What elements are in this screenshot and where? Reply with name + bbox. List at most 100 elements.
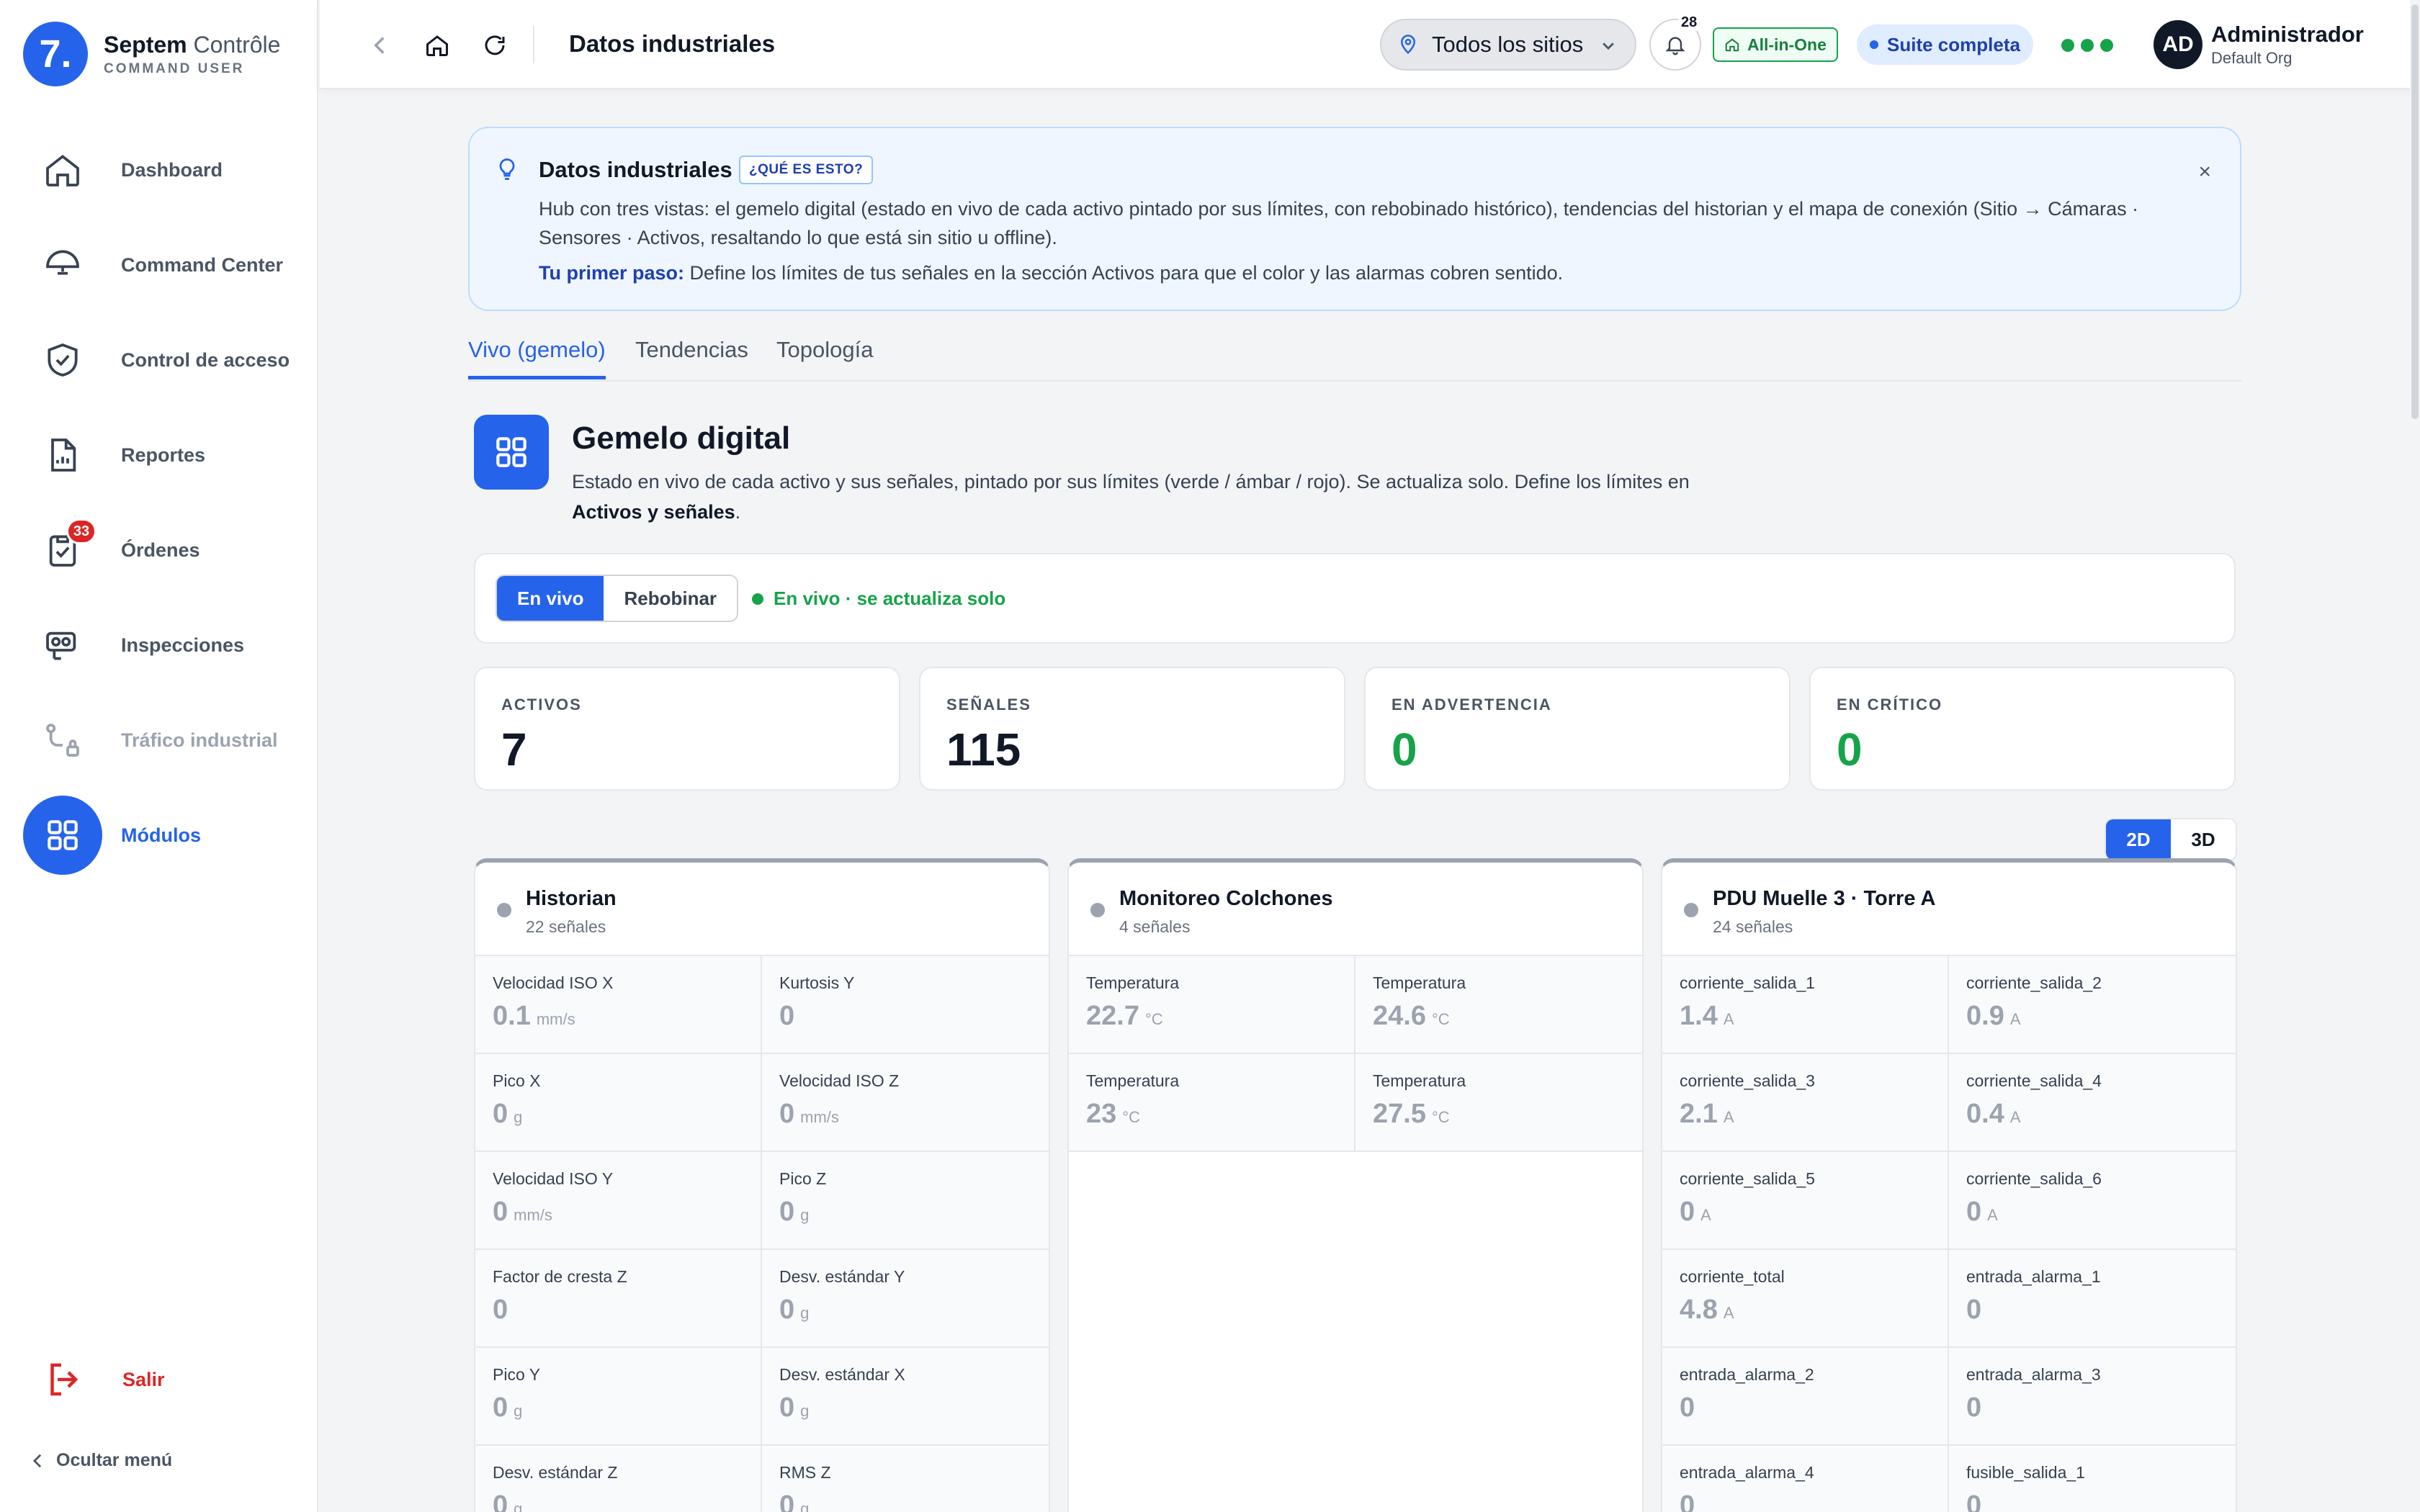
chevron-down-icon — [1603, 42, 1614, 50]
signal-value: 0 — [493, 1392, 508, 1423]
site-select[interactable]: Todos los sitios — [1380, 19, 1636, 71]
sidebar-item-reports[interactable]: Reportes — [0, 408, 318, 503]
signal-tile[interactable]: Desv. estándar X 0g — [762, 1348, 1049, 1446]
signal-tile[interactable]: Desv. estándar Z 0g — [475, 1446, 762, 1512]
suite-badge[interactable]: Suite completa — [1857, 24, 2033, 65]
sidebar-item-inspections[interactable]: Inspecciones — [0, 598, 318, 693]
info-banner: Datos industriales ¿QUÉ ES ESTO? × Hub c… — [468, 127, 2241, 311]
logout-label: Salir — [122, 1368, 165, 1390]
signal-tile[interactable]: Pico X 0g — [475, 1054, 762, 1152]
refresh-icon — [485, 35, 505, 55]
signal-value-row: 0g — [493, 1490, 522, 1512]
signal-unit: g — [800, 1402, 810, 1420]
stat-card-warning: EN ADVERTENCIA 0 — [1364, 667, 1791, 791]
signal-tile[interactable]: entrada_alarma_4 0 — [1662, 1446, 1949, 1512]
signal-value-row: 0g — [779, 1392, 809, 1423]
map-pin-icon — [1400, 35, 1416, 54]
signal-tile[interactable]: Velocidad ISO Z 0 mm/s — [762, 1054, 1049, 1152]
sidebar-item-dashboard[interactable]: Dashboard — [0, 122, 318, 217]
logout-button[interactable]: Salir — [43, 1358, 165, 1401]
banner-title: Datos industriales — [539, 157, 732, 182]
asset-card[interactable]: PDU Muelle 3 · Torre A 24 señales corrie… — [1661, 858, 2237, 1512]
signal-unit: A — [2009, 1010, 2021, 1028]
signal-value: 0 — [1966, 1392, 1982, 1423]
stat-label: EN CRÍTICO — [1837, 696, 1943, 714]
signal-value-row: 0A — [1966, 1197, 1998, 1228]
signal-tile[interactable]: corriente_salida_5 0 A — [1662, 1152, 1949, 1250]
signal-unit: A — [1723, 1304, 1734, 1322]
signal-name: Factor de cresta Z — [493, 1267, 627, 1286]
sidebar-item-modules[interactable]: Módulos — [0, 788, 318, 883]
signal-tile[interactable]: Temperatura 23 °C — [1069, 1054, 1355, 1152]
signal-tile[interactable]: corriente_total 4.8 A — [1662, 1250, 1949, 1348]
page-title: Datos industriales — [569, 30, 776, 57]
refresh-button[interactable] — [477, 27, 513, 63]
signal-tile[interactable]: RMS Z 0g — [762, 1446, 1049, 1512]
view-tabs: Vivo (gemelo) Tendencias Topología — [468, 331, 2241, 382]
signal-tile[interactable]: Temperatura 22.7 °C — [1069, 956, 1355, 1054]
signal-tile[interactable]: Kurtosis Y 0 — [762, 956, 1049, 1054]
rewind-button[interactable]: Rebobinar — [604, 576, 737, 621]
close-icon[interactable]: × — [2198, 160, 2211, 184]
sidebar-item-label: Control de acceso — [121, 348, 290, 371]
tab-live-twin[interactable]: Vivo (gemelo) — [468, 337, 606, 379]
sidebar-item-command-center[interactable]: Command Center — [0, 217, 318, 312]
signal-tile[interactable]: Pico Y 0g — [475, 1348, 762, 1446]
scrollbar-thumb[interactable] — [2411, 4, 2419, 419]
sidebar-item-label: Módulos — [121, 824, 201, 846]
signal-name: Temperatura — [1086, 1071, 1180, 1090]
signal-tile[interactable]: corriente_salida_4 0.4 A — [1949, 1054, 2236, 1152]
asset-card[interactable]: Historian 22 señales Velocidad ISO X 0.1 m… — [474, 858, 1050, 1512]
back-button[interactable] — [362, 27, 398, 63]
asset-name: PDU Muelle 3 · Torre A — [1713, 887, 1936, 910]
view-2d-button[interactable]: 2D — [2106, 819, 2171, 860]
signal-value: 0 — [779, 1295, 795, 1325]
signal-tile[interactable]: Velocidad ISO X 0.1 mm/s — [475, 956, 762, 1054]
signal-tile[interactable]: fusible_salida_1 0 — [1949, 1446, 2236, 1512]
signal-tile[interactable]: corriente_salida_3 2.1 A — [1662, 1054, 1949, 1152]
tab-trends[interactable]: Tendencias — [635, 337, 748, 376]
what-is-this-button[interactable]: ¿QUÉ ES ESTO? — [739, 156, 874, 184]
signal-tile[interactable]: Temperatura 27.5 °C — [1355, 1054, 1642, 1152]
asset-name: Historian — [526, 887, 617, 910]
user-org: Default Org — [2211, 49, 2293, 67]
signal-tile[interactable]: corriente_salida_6 0 A — [1949, 1152, 2236, 1250]
signal-value: 0 — [779, 1099, 795, 1129]
sidebar-item-orders[interactable]: 33 Órdenes — [0, 503, 318, 598]
status-indicators[interactable] — [2061, 39, 2120, 52]
signal-tile[interactable]: entrada_alarma_2 0 — [1662, 1348, 1949, 1446]
home-icon — [23, 130, 102, 210]
signal-tile[interactable]: Factor de cresta Z 0 — [475, 1250, 762, 1348]
signal-tile[interactable]: Pico Z 0g — [762, 1152, 1049, 1250]
signal-tile[interactable]: corriente_salida_1 1.4 A — [1662, 956, 1949, 1054]
signal-tile[interactable]: Temperatura 24.6 °C — [1355, 956, 1642, 1054]
signal-unit: mm/s — [514, 1206, 552, 1224]
sidebar-item-access-control[interactable]: Control de acceso — [0, 312, 318, 408]
signal-name: corriente_salida_6 — [1966, 1169, 2102, 1188]
signal-tile[interactable]: Desv. estándar Y 0g — [762, 1250, 1049, 1348]
signal-name: Velocidad ISO Y — [493, 1169, 614, 1188]
signal-value-row: 4.8 A — [1680, 1295, 1734, 1326]
scrollbar[interactable] — [2410, 0, 2420, 1512]
sidebar-item-industrial-traffic[interactable]: Tráfico industrial — [0, 693, 318, 788]
stat-card-assets: ACTIVOS 7 — [474, 667, 900, 791]
live-rewind-toggle: En vivo Rebobinar — [496, 575, 739, 622]
tab-topology[interactable]: Topología — [776, 337, 873, 376]
signal-tile[interactable]: entrada_alarma_3 0 — [1949, 1348, 2236, 1446]
signal-tile[interactable]: entrada_alarma_1 0 — [1949, 1250, 2236, 1348]
asset-card[interactable]: Monitoreo Colchones 4 señales Temperatur… — [1067, 858, 1644, 1512]
banner-body: Hub con tres vistas: el gemelo digital (… — [539, 198, 2139, 248]
signal-tile[interactable]: Velocidad ISO Y 0 mm/s — [475, 1152, 762, 1250]
signal-tile[interactable]: corriente_salida_2 0.9 A — [1949, 956, 2236, 1054]
signal-value-row: 0g — [779, 1490, 809, 1512]
signal-value-row: 0g — [493, 1392, 522, 1423]
view-3d-button[interactable]: 3D — [2171, 819, 2236, 860]
user-name[interactable]: Administrador — [2211, 22, 2364, 48]
hide-menu-button[interactable]: Ocultar menú — [32, 1450, 172, 1471]
home-button[interactable] — [419, 27, 455, 63]
signal-value: 0.1 — [493, 1001, 531, 1031]
signal-unit: °C — [1144, 1010, 1163, 1028]
live-button[interactable]: En vivo — [497, 576, 604, 621]
avatar[interactable]: AD — [2154, 20, 2202, 69]
brand[interactable]: 7. Septem Contrôle COMMAND USER — [23, 22, 280, 86]
